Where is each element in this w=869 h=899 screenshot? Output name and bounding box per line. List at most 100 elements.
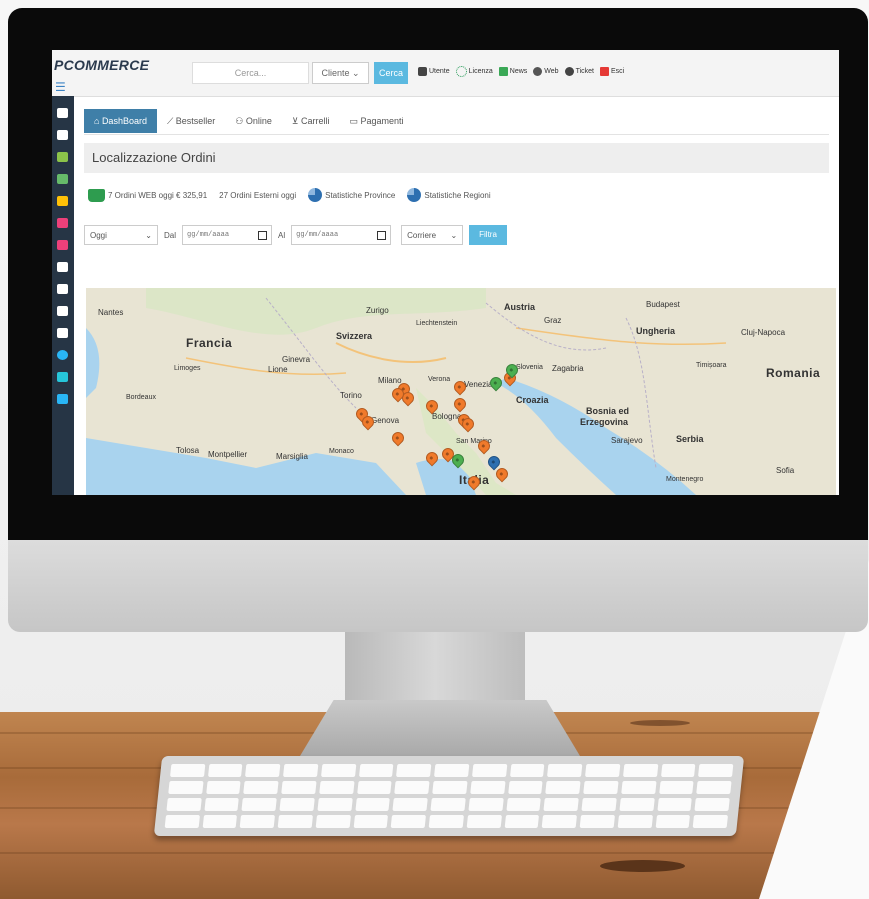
date-from-input[interactable]: gg/mm/aaaa — [182, 225, 273, 245]
wrench-icon[interactable] — [57, 130, 68, 140]
map-label-ginevra: Ginevra — [282, 355, 311, 364]
keyboard-key — [658, 781, 694, 794]
keyboard-key — [694, 798, 730, 811]
keyboard-key — [320, 764, 357, 777]
keyboard-key — [391, 815, 427, 828]
date-to-input[interactable]: gg/mm/aaaa — [291, 225, 392, 245]
keyboard-key — [545, 781, 581, 794]
cup-icon[interactable] — [57, 262, 68, 272]
monitor-neck — [345, 632, 525, 704]
briefcase-icon[interactable] — [57, 328, 68, 338]
client-select[interactable]: Cliente ⌄ — [312, 62, 369, 84]
keyboard-key — [619, 798, 655, 811]
keyboard-key — [245, 764, 281, 777]
keyboard-key — [355, 798, 391, 811]
basket-icon — [88, 188, 105, 202]
map-label-verona: Verona — [428, 376, 451, 383]
keyboard-key — [319, 781, 355, 794]
keyboard-key — [353, 815, 389, 828]
tab-online[interactable]: ⚇ Online — [225, 109, 282, 133]
tab-dashboard-label: DashBoard — [101, 116, 147, 126]
search-input[interactable]: Cerca... — [192, 62, 309, 84]
megaphone-icon[interactable] — [57, 394, 68, 404]
keyboard-key — [504, 815, 540, 828]
web-orders-text: 7 Ordini WEB oggi € 325,91 — [108, 190, 208, 200]
link-esci[interactable]: Esci — [599, 67, 625, 76]
link-ticket-label: Ticket — [575, 68, 594, 75]
user-icon[interactable] — [57, 108, 68, 118]
tab-bestseller[interactable]: ⟋ Bestseller — [157, 109, 225, 133]
mail-icon[interactable] — [57, 240, 68, 250]
keyboard-key — [240, 815, 276, 828]
search-button[interactable]: Cerca — [374, 62, 408, 84]
monitor-chin — [8, 540, 868, 632]
filter-button[interactable]: Filtra — [469, 225, 507, 245]
chart-icon[interactable] — [57, 350, 68, 360]
keyboard-key — [166, 798, 202, 811]
keyboard-key — [543, 798, 579, 811]
logout-icon — [599, 67, 609, 76]
link-web[interactable]: Web — [533, 67, 559, 76]
map-label-montpellier: Montpellier — [208, 450, 248, 459]
orders-map[interactable]: Nantes Francia Svizzera Zurigo Liechtens… — [86, 288, 836, 495]
keyboard-key — [541, 815, 578, 828]
keyboard-key — [468, 798, 504, 811]
truck-icon[interactable] — [57, 174, 68, 184]
courier-select[interactable]: Corriere ⌄ — [401, 225, 464, 245]
date-from-placeholder: gg/mm/aaaa — [187, 231, 230, 239]
map-label-tolosa: Tolosa — [176, 446, 200, 455]
map-label-timisoara: Timișoara — [696, 362, 727, 369]
keyboard-key — [207, 764, 243, 777]
pie-chart-icon — [407, 188, 422, 202]
link-esci-label: Esci — [610, 68, 625, 75]
link-licenza[interactable]: Licenza — [455, 66, 493, 77]
keyboard-key — [168, 781, 204, 794]
link-web-label: Web — [544, 68, 559, 75]
map-label-francia: Francia — [186, 336, 233, 350]
tab-carrelli[interactable]: ⊻ Carrelli — [282, 109, 340, 133]
pencil-icon[interactable] — [57, 284, 68, 294]
tab-pagamenti[interactable]: ▭ Pagamenti — [340, 109, 414, 133]
from-label: Dal — [164, 230, 177, 240]
period-select[interactable]: Oggi ⌄ — [84, 225, 158, 245]
tab-dashboard[interactable]: ⌂ DashBoard — [84, 109, 157, 133]
scene: PCOMMERCE ☰ Cerca... Cliente ⌄ Cerca Ute… — [0, 0, 869, 899]
keyboard-key — [692, 815, 729, 828]
keyboard-key — [621, 781, 657, 794]
map-label-croazia: Croazia — [516, 395, 549, 405]
keyboard-key — [205, 781, 242, 794]
keyboard-key — [434, 764, 470, 777]
map-label-sarajevo: Sarajevo — [611, 436, 643, 445]
globe-icon — [533, 67, 543, 76]
keyboard-key — [547, 764, 583, 777]
map-label-sofia: Sofia — [776, 466, 795, 475]
screen: PCOMMERCE ☰ Cerca... Cliente ⌄ Cerca Ute… — [52, 50, 839, 495]
keyboard-key — [471, 764, 507, 777]
bag-icon[interactable] — [57, 196, 68, 206]
region-stats-link[interactable]: Statistiche Regioni — [407, 188, 491, 202]
keyboard-key — [396, 764, 432, 777]
map-label-erzegovina: Erzegovina — [580, 417, 629, 427]
link-news[interactable]: News — [498, 67, 527, 76]
keyboard-key — [581, 798, 617, 811]
keyboard-key — [430, 798, 466, 811]
heart-icon[interactable] — [57, 306, 68, 316]
tab-divider — [84, 134, 829, 135]
scissors-icon[interactable] — [57, 372, 68, 382]
hamburger-icon[interactable]: ☰ — [55, 80, 66, 94]
date-to-placeholder: gg/mm/aaaa — [296, 231, 339, 239]
map-label-svizzera: Svizzera — [336, 331, 373, 341]
link-utente[interactable]: Utente — [418, 67, 450, 76]
keyboard-key — [164, 815, 200, 828]
file-icon[interactable] — [57, 152, 68, 162]
tab-bar: ⌂ DashBoard ⟋ Bestseller ⚇ Online ⊻ Carr… — [84, 108, 414, 134]
link-ticket[interactable]: Ticket — [564, 67, 594, 76]
client-select-label: Cliente — [321, 68, 350, 78]
province-stats-link[interactable]: Statistiche Province — [308, 188, 395, 202]
filter-row: Oggi ⌄ Dal gg/mm/aaaa Al gg/mm/aaaa Corri… — [84, 225, 507, 245]
map-label-bordeaux: Bordeaux — [126, 394, 156, 401]
keyboard-key — [243, 781, 279, 794]
logo: PCOMMERCE — [54, 57, 150, 73]
keyboard-key — [279, 798, 315, 811]
calculator-icon[interactable] — [57, 218, 68, 228]
